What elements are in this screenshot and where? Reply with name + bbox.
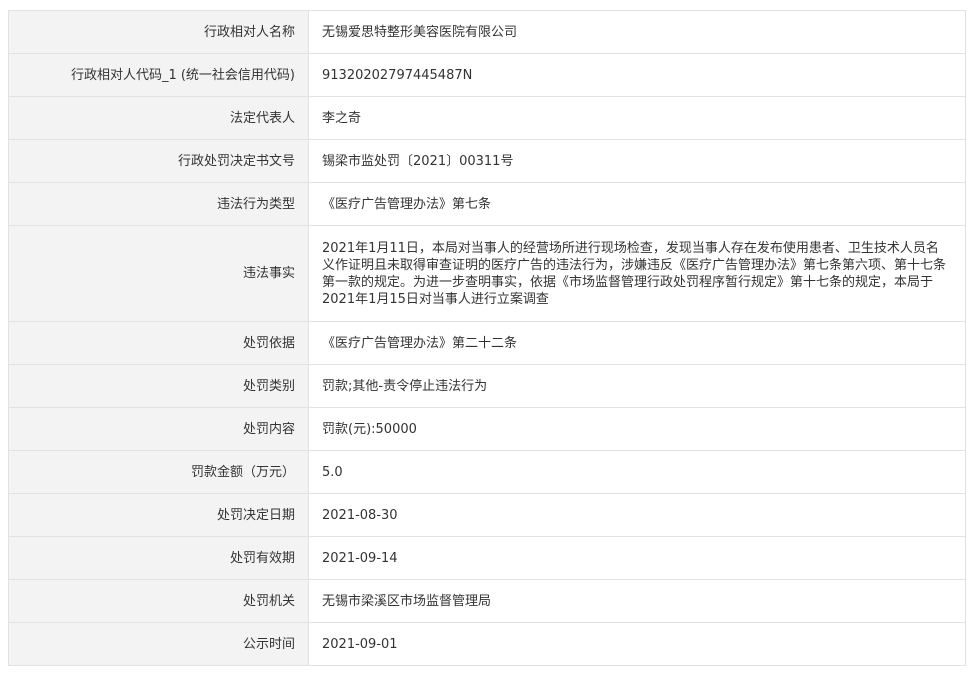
row-value: 2021年1月11日，本局对当事人的经营场所进行现场检查，发现当事人存在发布使用… xyxy=(308,225,966,322)
row-value: 2021-09-14 xyxy=(308,536,966,580)
row-value: 《医疗广告管理办法》第七条 xyxy=(308,182,966,226)
table-row: 处罚类别 罚款;其他-责令停止违法行为 xyxy=(8,364,966,408)
table-row: 处罚依据 《医疗广告管理办法》第二十二条 xyxy=(8,321,966,365)
row-value: 91320202797445487N xyxy=(308,53,966,97)
row-value: 罚款(元):50000 xyxy=(308,407,966,451)
row-label: 行政处罚决定书文号 xyxy=(8,139,309,183)
row-value: 李之奇 xyxy=(308,96,966,140)
table-row: 法定代表人 李之奇 xyxy=(8,96,966,140)
row-label: 行政相对人名称 xyxy=(8,10,309,54)
table-row: 行政相对人代码_1 (统一社会信用代码) 91320202797445487N xyxy=(8,53,966,97)
table-row: 处罚有效期 2021-09-14 xyxy=(8,536,966,580)
row-value: 2021-08-30 xyxy=(308,493,966,537)
table-row: 行政处罚决定书文号 锡梁市监处罚〔2021〕00311号 xyxy=(8,139,966,183)
row-label: 行政相对人代码_1 (统一社会信用代码) xyxy=(8,53,309,97)
info-table: 行政相对人名称 无锡爱思特整形美容医院有限公司 行政相对人代码_1 (统一社会信… xyxy=(8,10,966,666)
table-row: 罚款金额（万元） 5.0 xyxy=(8,450,966,494)
row-value: 无锡爱思特整形美容医院有限公司 xyxy=(308,10,966,54)
row-label: 罚款金额（万元） xyxy=(8,450,309,494)
table-row: 违法事实 2021年1月11日，本局对当事人的经营场所进行现场检查，发现当事人存… xyxy=(8,225,966,322)
row-label: 处罚类别 xyxy=(8,364,309,408)
row-label: 处罚决定日期 xyxy=(8,493,309,537)
row-value: 2021-09-01 xyxy=(308,622,966,666)
table-row: 违法行为类型 《医疗广告管理办法》第七条 xyxy=(8,182,966,226)
penalty-info-table: 行政相对人名称 无锡爱思特整形美容医院有限公司 行政相对人代码_1 (统一社会信… xyxy=(8,10,966,666)
row-value: 锡梁市监处罚〔2021〕00311号 xyxy=(308,139,966,183)
row-label: 违法行为类型 xyxy=(8,182,309,226)
row-label: 公示时间 xyxy=(8,622,309,666)
row-label: 违法事实 xyxy=(8,225,309,322)
row-value: 5.0 xyxy=(308,450,966,494)
table-row: 行政相对人名称 无锡爱思特整形美容医院有限公司 xyxy=(8,10,966,54)
row-label: 处罚机关 xyxy=(8,579,309,623)
row-value: 无锡市梁溪区市场监督管理局 xyxy=(308,579,966,623)
table-row: 公示时间 2021-09-01 xyxy=(8,622,966,666)
row-value: 《医疗广告管理办法》第二十二条 xyxy=(308,321,966,365)
table-row: 处罚机关 无锡市梁溪区市场监督管理局 xyxy=(8,579,966,623)
row-value: 罚款;其他-责令停止违法行为 xyxy=(308,364,966,408)
row-label: 处罚内容 xyxy=(8,407,309,451)
table-row: 处罚决定日期 2021-08-30 xyxy=(8,493,966,537)
table-row: 处罚内容 罚款(元):50000 xyxy=(8,407,966,451)
row-label: 处罚依据 xyxy=(8,321,309,365)
row-label: 处罚有效期 xyxy=(8,536,309,580)
row-label: 法定代表人 xyxy=(8,96,309,140)
